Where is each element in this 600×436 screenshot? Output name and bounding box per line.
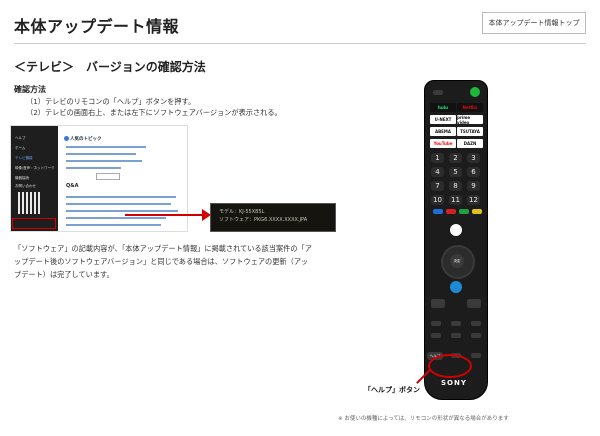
info-icon	[64, 136, 69, 141]
remote-note: ※ お使いの機種によっては、リモコンの形状が異なる場合があります	[338, 416, 509, 422]
remote-control-image: hulu Netflix U-NEXT prime video ABEMA TS…	[424, 80, 488, 400]
power-icon	[470, 87, 480, 97]
more-button	[96, 173, 120, 180]
app-button: Netflix	[457, 103, 483, 112]
enter-button: 決定	[450, 254, 464, 268]
topic-link	[66, 160, 142, 162]
qa-link	[66, 210, 178, 212]
topic-link	[66, 153, 136, 155]
help-sidebar-item: ホーム	[15, 146, 26, 150]
number-button: 10	[431, 195, 444, 205]
help-sidebar-item: テレビ機能	[15, 156, 33, 160]
step-1: （1）テレビのリモコンの「ヘルプ」ボタンを押す。	[26, 97, 196, 106]
help-sidebar-item: 映像/音声・ネットワーク	[15, 166, 55, 170]
number-button: 1	[431, 153, 444, 163]
yellow-button	[472, 209, 482, 214]
number-button: 3	[467, 153, 480, 163]
blue-button	[433, 209, 443, 214]
tver-icon	[450, 281, 462, 293]
volume-button	[431, 299, 445, 308]
app-button: TSUTAYA	[457, 127, 483, 136]
qa-link	[66, 196, 176, 198]
red-button	[446, 209, 456, 214]
number-button: 11	[449, 195, 462, 205]
app-button: YouTube	[430, 139, 456, 148]
remote-button	[431, 321, 441, 326]
completion-paragraph: 「ソフトウェア」の記載内容が、「本体アップデート情報」に掲載されている該当案件の…	[14, 244, 312, 279]
topic-link	[66, 146, 146, 148]
remote-button	[451, 333, 461, 338]
channel-button	[467, 299, 481, 308]
help-button-caption: 「ヘルプ」ボタン	[364, 386, 420, 394]
help-button-highlight	[428, 354, 472, 378]
remote-button	[471, 353, 481, 358]
qr-code-icon	[18, 192, 40, 214]
section-title: ＜テレビ＞ バージョンの確認方法	[14, 60, 206, 74]
header-divider	[14, 43, 586, 44]
remote-button	[471, 333, 481, 338]
version-screen-image: モデル：KJ-55X85L ソフトウェア：PKG6.XXXX.XXXX.JPA	[210, 203, 336, 232]
version-highlight-box	[12, 218, 56, 229]
software-version-text: ソフトウェア：PKG6.XXXX.XXXX.JPA	[219, 217, 308, 223]
qa-link	[66, 224, 161, 226]
app-button: ABEMA	[430, 127, 456, 136]
number-button: 6	[467, 167, 480, 177]
method-label: 確認方法	[14, 85, 46, 94]
help-sidebar-item: 機器接続	[15, 176, 29, 180]
help-sidebar-item: お問い合わせ	[15, 184, 36, 188]
green-button	[459, 209, 469, 214]
qa-title: Q&A	[66, 183, 79, 189]
topic-link	[66, 167, 121, 169]
number-button: 12	[467, 195, 480, 205]
number-button: 4	[431, 167, 444, 177]
remote-button	[431, 333, 441, 338]
number-button: 2	[449, 153, 462, 163]
app-button: prime video	[457, 115, 483, 125]
app-button: hulu	[430, 103, 456, 112]
number-button: 7	[431, 181, 444, 191]
remote-button	[433, 90, 443, 95]
help-sidebar-item: ヘルプ	[15, 136, 26, 140]
model-text: モデル：KJ-55X85L	[219, 209, 265, 215]
sony-logo: SONY	[441, 379, 467, 387]
step-2: （2）テレビの画面右上、または左下にソフトウェアバージョンが表示される。	[26, 108, 282, 117]
arrow-line	[125, 214, 205, 216]
number-button: 5	[449, 167, 462, 177]
number-button: 9	[467, 181, 480, 191]
remote-button	[471, 321, 481, 326]
app-button: U-NEXT	[430, 115, 456, 124]
qa-link	[66, 203, 171, 205]
number-button: 8	[449, 181, 462, 191]
popular-topics-title: 人気のトピック	[70, 137, 102, 142]
remote-button	[451, 321, 461, 326]
app-button: DAZN	[457, 139, 483, 148]
update-info-top-button[interactable]: 本体アップデート情報トップ	[482, 12, 586, 34]
page-title: 本体アップデート情報	[14, 17, 180, 36]
qa-link	[66, 217, 166, 219]
help-sidebar: ヘルプ ホーム テレビ機能 映像/音声・ネットワーク 機器接続 お問い合わせ	[11, 126, 58, 231]
google-assistant-icon	[450, 224, 462, 236]
